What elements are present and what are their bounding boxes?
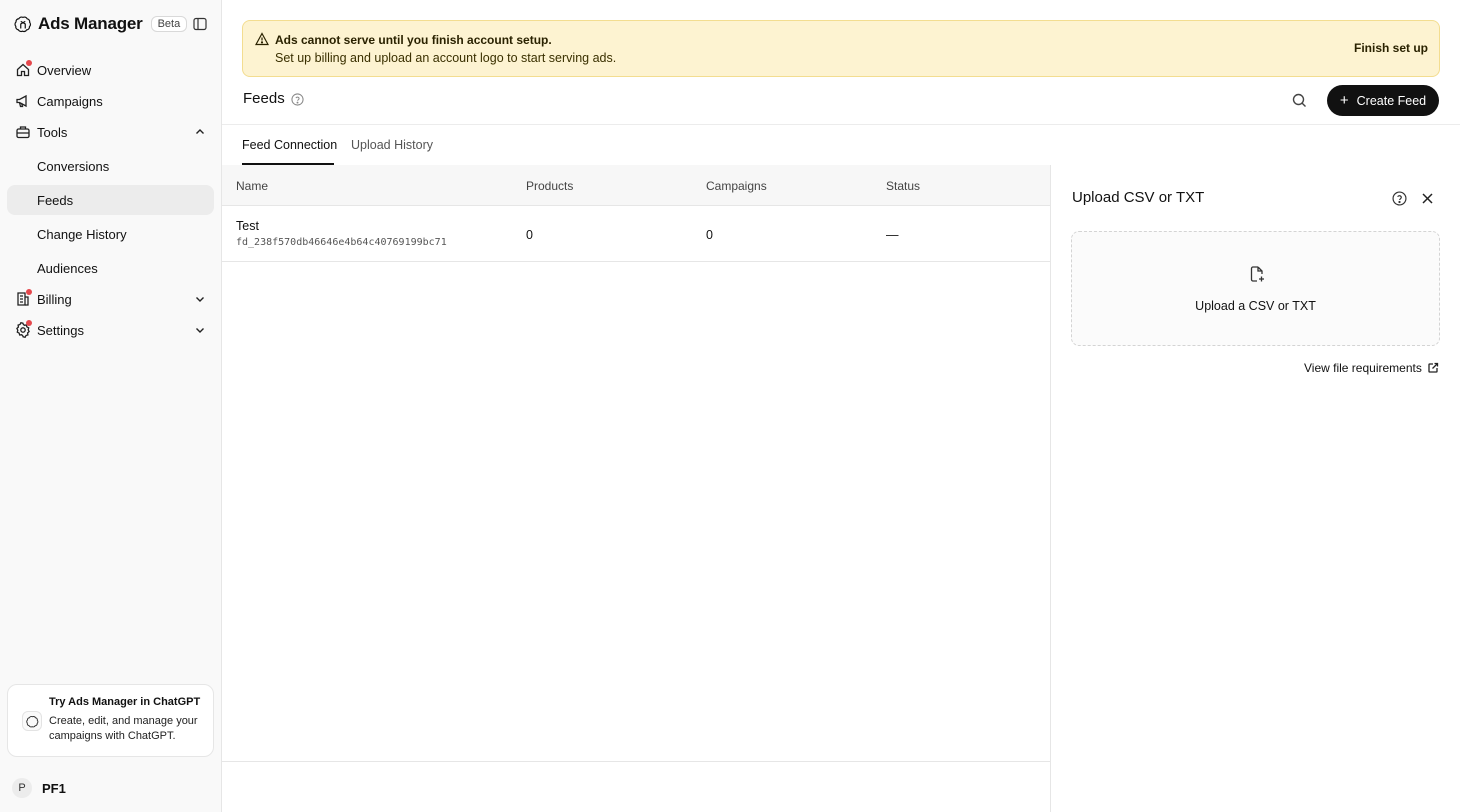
sidebar-item-label: Overview <box>37 62 92 78</box>
tab-feed-connection[interactable]: Feed Connection <box>242 138 337 152</box>
sidebar-item-label: Campaigns <box>37 93 103 109</box>
sidebar-item-settings[interactable]: Settings <box>7 315 214 345</box>
column-header-campaigns[interactable]: Campaigns <box>706 179 767 193</box>
chatgpt-promo-card[interactable]: Try Ads Manager in ChatGPT Create, edit,… <box>7 684 214 757</box>
notification-dot <box>26 320 32 326</box>
brand[interactable]: Ads Manager Beta <box>14 13 188 35</box>
sidebar-item-label: Billing <box>37 291 72 307</box>
sidebar: Ads Manager Beta Overview Campaigns Tool… <box>0 0 222 812</box>
feed-id: fd_238f570db46646e4b64c40769199bc71 <box>236 237 447 248</box>
chevron-down-icon <box>194 324 206 336</box>
chevron-up-icon <box>194 126 206 138</box>
warning-icon <box>255 32 269 46</box>
setup-warning-banner: Ads cannot serve until you finish accoun… <box>242 20 1440 77</box>
feeds-table: Name Products Campaigns Status Test fd_2… <box>222 165 1051 762</box>
avatar: P <box>12 778 32 798</box>
beta-badge: Beta <box>150 16 188 32</box>
notification-dot <box>26 60 32 66</box>
sidebar-item-conversions[interactable]: Conversions <box>7 151 214 181</box>
divider <box>222 761 1051 762</box>
table-row[interactable]: Test fd_238f570db46646e4b64c40769199bc71… <box>222 206 1051 262</box>
sidebar-item-feeds[interactable]: Feeds <box>7 185 214 215</box>
column-header-status[interactable]: Status <box>886 179 920 193</box>
feed-campaigns: 0 <box>706 228 713 242</box>
file-dropzone[interactable]: Upload a CSV or TXT <box>1071 231 1440 346</box>
sidebar-toggle-icon[interactable] <box>193 17 207 31</box>
openai-logo-icon <box>14 15 32 33</box>
plus-icon: + <box>1339 92 1349 109</box>
panel-title: Upload CSV or TXT <box>1072 189 1205 206</box>
create-feed-button[interactable]: + Create Feed <box>1327 85 1439 116</box>
toolbox-icon <box>15 124 31 140</box>
help-icon[interactable] <box>1392 191 1407 206</box>
external-link-icon <box>1427 362 1439 374</box>
megaphone-icon <box>15 93 31 109</box>
column-header-products[interactable]: Products <box>526 179 573 193</box>
create-feed-label: Create Feed <box>1356 93 1427 108</box>
sidebar-item-billing[interactable]: Billing <box>7 284 214 314</box>
sidebar-item-audiences[interactable]: Audiences <box>7 253 214 283</box>
finish-setup-button[interactable]: Finish set up <box>1354 41 1428 55</box>
page-title: Feeds <box>243 90 285 107</box>
dropzone-label: Upload a CSV or TXT <box>1195 299 1316 313</box>
file-requirements-link[interactable]: View file requirements <box>1304 361 1439 375</box>
sidebar-item-label: Settings <box>37 322 84 338</box>
help-icon[interactable] <box>291 93 304 106</box>
app-title: Ads Manager <box>38 14 143 33</box>
divider <box>222 124 1460 125</box>
table-header: Name Products Campaigns Status <box>222 165 1051 206</box>
search-icon[interactable] <box>1292 93 1307 108</box>
sidebar-item-label: Tools <box>37 124 68 140</box>
banner-text: Set up billing and upload an account log… <box>275 51 617 65</box>
file-requirements-label: View file requirements <box>1304 361 1422 375</box>
account-name: PF1 <box>42 780 66 796</box>
sidebar-item-overview[interactable]: Overview <box>7 55 214 85</box>
openai-logo-icon <box>22 711 42 731</box>
banner-title: Ads cannot serve until you finish accoun… <box>275 33 552 47</box>
notification-dot <box>26 289 32 295</box>
account-switcher[interactable]: P PF1 <box>12 778 66 798</box>
column-header-name[interactable]: Name <box>236 179 268 193</box>
tab-upload-history[interactable]: Upload History <box>351 138 433 152</box>
sidebar-item-tools[interactable]: Tools <box>7 117 214 147</box>
feed-status: — <box>886 228 899 242</box>
feed-name[interactable]: Test <box>236 219 259 233</box>
feed-products: 0 <box>526 228 533 242</box>
promo-title: Try Ads Manager in ChatGPT <box>49 696 201 708</box>
sidebar-item-campaigns[interactable]: Campaigns <box>7 86 214 116</box>
promo-description: Create, edit, and manage your campaigns … <box>49 715 198 742</box>
sidebar-item-change-history[interactable]: Change History <box>7 219 214 249</box>
file-add-icon <box>1248 265 1266 283</box>
chevron-down-icon <box>194 293 206 305</box>
panel-divider <box>1050 165 1051 812</box>
close-icon[interactable] <box>1421 192 1434 205</box>
